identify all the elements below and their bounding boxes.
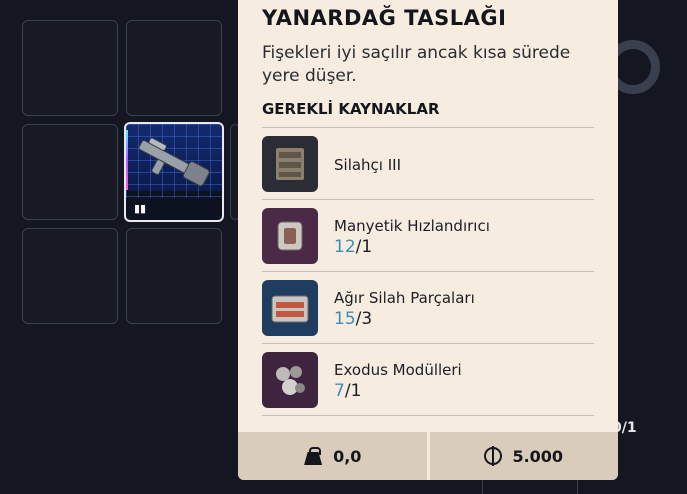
requirement-item: Silahçı III [262, 136, 594, 192]
requirement-name: Ağır Silah Parçaları [334, 289, 475, 307]
tooltip-footer: 0,0 5.000 [238, 432, 618, 480]
divider [262, 415, 594, 416]
requirement-name: Silahçı III [334, 156, 402, 174]
inventory-slot[interactable] [22, 228, 118, 324]
requirements-header: GEREKLİ KAYNAKLAR [262, 100, 440, 118]
requirement-name: Exodus Modülleri [334, 361, 462, 379]
requirement-quantity: 12/1 [334, 237, 373, 257]
divider [262, 199, 594, 200]
price-stat: 5.000 [430, 432, 619, 480]
divider [262, 343, 594, 344]
weight-value: 0,0 [333, 446, 362, 466]
weight-icon [303, 447, 323, 465]
requirement-item: Exodus Modülleri 7/1 [262, 352, 594, 408]
blueprint-description: Fişekleri iyi saçılır ancak kısa sürede … [262, 43, 571, 86]
blueprint-tooltip: YANARDAĞ TASLAĞI Fişekleri iyi saçılır a… [238, 0, 618, 480]
blueprint-title: YANARDAĞ TASLAĞI [262, 6, 507, 30]
inventory-slot[interactable] [22, 20, 118, 116]
divider [262, 271, 594, 272]
weight-stat: 0,0 [238, 432, 427, 480]
inventory-slot-blueprint[interactable]: ▮▮ [124, 122, 224, 222]
price-value: 5.000 [512, 446, 564, 466]
requirement-item: Ağır Silah Parçaları 15/3 [262, 280, 594, 336]
requirement-quantity: 15/3 [334, 309, 373, 329]
magnetic-accelerator-icon [262, 208, 318, 264]
heavy-gun-parts-icon [262, 280, 318, 336]
weapon-icon [138, 137, 210, 187]
inventory-slot[interactable] [22, 124, 118, 220]
exodus-modules-icon [262, 352, 318, 408]
requirement-item: Manyetik Hızlandırıcı 12/1 [262, 208, 594, 264]
requirement-quantity: 7/1 [334, 381, 362, 401]
requirement-name: Manyetik Hızlandırıcı [334, 217, 490, 235]
divider [262, 127, 594, 128]
blueprint-icon: ▮▮ [134, 202, 147, 215]
inventory-slot[interactable] [126, 20, 222, 116]
workbench-icon [262, 136, 318, 192]
inventory-slot[interactable] [126, 228, 222, 324]
coin-icon [484, 446, 503, 466]
